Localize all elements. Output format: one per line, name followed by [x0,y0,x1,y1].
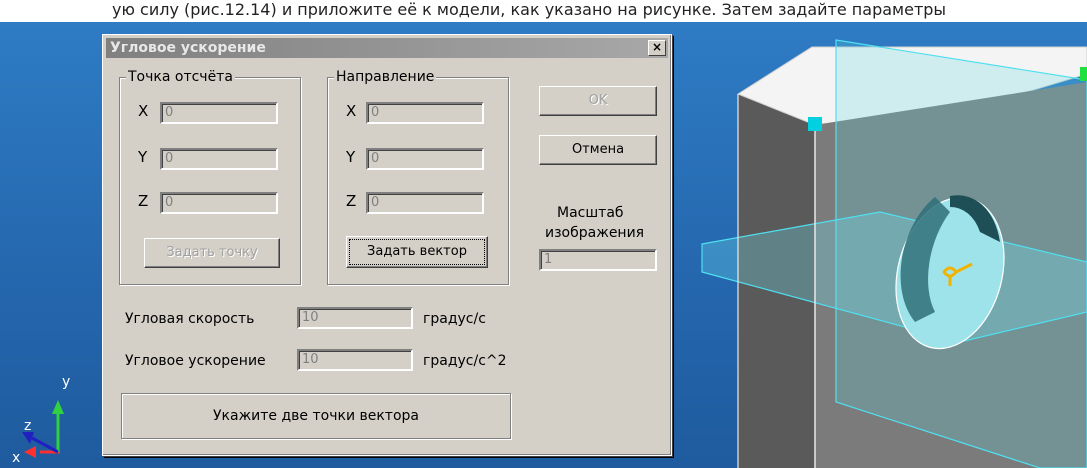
dialog-title: Угловое ускорение [110,40,266,56]
direction-x-field[interactable]: 0 [366,102,484,124]
angular-velocity-field[interactable]: 10 [297,307,413,329]
cancel-button[interactable]: Отмена [539,135,657,165]
angular-acceleration-label: Угловое ускорение [125,353,266,369]
direction-x-label: X [346,102,357,120]
angular-acceleration-unit: градус/с^2 [423,353,507,369]
origin-z-label: Z [138,192,149,210]
angular-acceleration-dialog: Угловое ускорение × Точка отсчёта X 0 Y … [102,34,672,456]
origin-group-legend: Точка отсчёта [126,69,235,85]
direction-y-field[interactable]: 0 [366,148,484,170]
scale-label-line1: Масштаб [557,205,624,221]
direction-y-label: Y [346,148,356,166]
set-point-button[interactable]: Задать точку [144,238,280,268]
origin-x-field[interactable]: 0 [160,102,278,124]
top-text-strip: ую силу (рис.12.14) и приложите её к мод… [0,0,1087,22]
triad-z-label: z [24,418,31,434]
triad-x-label: x [12,450,20,466]
set-vector-button[interactable]: Задать вектор [346,236,488,268]
status-message: Укажите две точки вектора [121,393,511,439]
direction-group: Направление X 0 Y 0 Z 0 Задать вектор [327,69,509,285]
angular-velocity-unit: градус/с [423,311,486,327]
scale-label-line2: изображения [545,225,645,241]
vertex-marker [808,117,822,131]
direction-z-field[interactable]: 0 [366,192,484,214]
direction-group-legend: Направление [334,69,437,85]
origin-y-label: Y [138,148,148,166]
ok-button[interactable]: OK [539,86,657,116]
axis-triad: y z x [12,374,70,466]
origin-y-field[interactable]: 0 [160,148,278,170]
close-button[interactable]: × [648,40,666,56]
origin-group: Точка отсчёта X 0 Y 0 Z 0 Задать точку [119,69,301,285]
angular-velocity-label: Угловая скорость [125,311,255,327]
scale-field[interactable]: 1 [539,249,657,271]
triad-y-label: y [62,374,70,390]
close-icon: × [651,40,663,54]
vertex-marker-2 [1080,67,1087,81]
top-strip-text: ую силу (рис.12.14) и приложите её к мод… [112,0,947,19]
dialog-titlebar[interactable]: Угловое ускорение × [106,38,668,58]
origin-x-label: X [138,102,149,120]
origin-z-field[interactable]: 0 [160,192,278,214]
direction-z-label: Z [346,192,357,210]
angular-acceleration-field[interactable]: 10 [297,349,413,371]
